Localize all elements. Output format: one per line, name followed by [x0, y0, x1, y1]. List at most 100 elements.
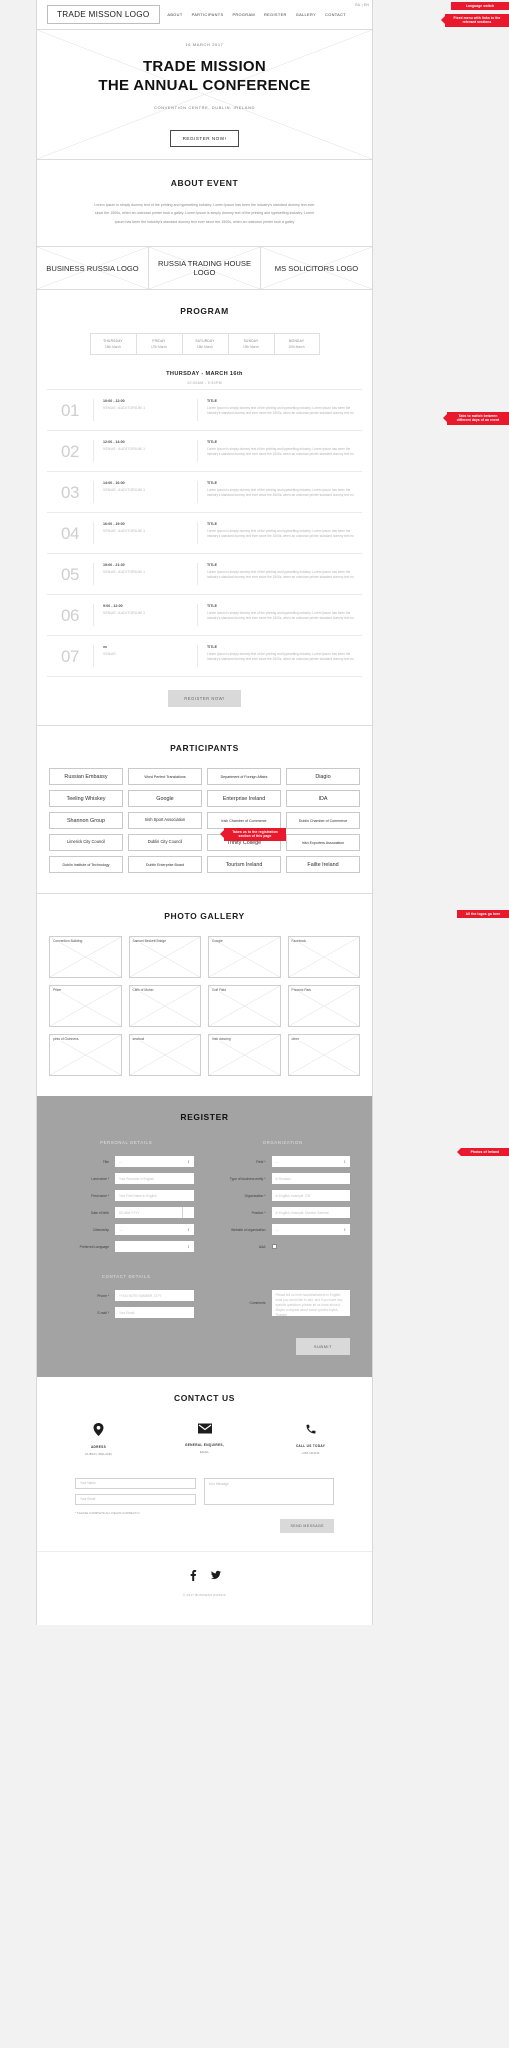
gallery-item[interactable]: Samuel Beckett Bridge [128, 936, 201, 979]
aaa-checkbox[interactable] [271, 1244, 277, 1250]
participant-card[interactable]: Irish Chamber of Commerce [207, 812, 281, 830]
participant-card[interactable]: Dublin Institute of Technology [49, 856, 123, 874]
participant-card[interactable]: Irish Exporters Association [286, 834, 360, 852]
participant-card[interactable]: Diagio [286, 768, 360, 786]
submit-button[interactable]: SUBMIT [295, 1338, 350, 1356]
nav-item-participants[interactable]: PARTICIPANTS [192, 12, 224, 17]
website-input[interactable]: --- [271, 1224, 350, 1236]
preferred-language-select[interactable] [115, 1241, 194, 1253]
nav-item-register[interactable]: REGISTER [264, 12, 287, 17]
send-message-button[interactable]: SEND MESSAGE [280, 1518, 334, 1533]
email-input[interactable]: Your Email [115, 1307, 194, 1319]
gallery-item[interactable]: Phoenix Park [287, 985, 360, 1028]
day-tab-date: 19th March [243, 345, 259, 350]
citizenship-select[interactable]: --- [115, 1224, 194, 1236]
gallery-item[interactable]: other [287, 1034, 360, 1077]
row-time-venue: 10:00 - 12:00 VENUE: AUDITORIUM 1 [93, 399, 197, 422]
gallery-item[interactable]: Pfizer [49, 985, 122, 1028]
contact-message-textarea[interactable]: Your Message [203, 1477, 334, 1505]
row-time: 19:00 - 21:30 [103, 563, 125, 568]
gallery-item[interactable]: pints of Guinness [49, 1034, 122, 1077]
gallery-item[interactable]: Golf Field [208, 985, 281, 1028]
row-time-venue: 14:00 - 16:00 VENUE: AUDITORIUM 1 [93, 481, 197, 504]
language-switch[interactable]: RU | EN [355, 3, 369, 7]
participant-card[interactable]: Google [128, 790, 202, 808]
table-row[interactable]: 01 10:00 - 12:00 VENUE: AUDITORIUM 1 TIT… [47, 389, 362, 430]
date-of-birth-input[interactable]: DD-MM-YYYY [115, 1207, 194, 1219]
last-name-input[interactable]: Your Surname in English [115, 1173, 194, 1185]
participant-card[interactable]: Dublin Enterprise Board [128, 856, 202, 874]
day-tab-friday[interactable]: FRIDAY 17th March [135, 333, 182, 356]
gallery-item[interactable]: seafood [128, 1034, 201, 1077]
participant-card[interactable]: Enterprise Ireland [207, 790, 281, 808]
contact-block-value: DUBLIN, IRELAND [85, 1451, 112, 1456]
hero-section: 16 MARCH 2017 TRADE MISSION THE ANNUAL C… [37, 30, 372, 160]
gallery-item[interactable]: Irish dancing [208, 1034, 281, 1077]
participant-card[interactable]: Dublin Chamber of Commerce [286, 812, 360, 830]
gallery-item[interactable]: Cliffs of Moher [128, 985, 201, 1028]
row-desc: Lorem Ipsum is simply dummy text of the … [207, 447, 355, 457]
gallery-item[interactable]: Facebook [287, 936, 360, 979]
comments-column: . Comments Please tell us here how/what/… [216, 1258, 350, 1324]
placeholder-image-icon [129, 1035, 200, 1076]
field-select[interactable]: --- [271, 1156, 350, 1168]
day-tab-sunday[interactable]: SUNDAY 19th March [227, 333, 274, 356]
logo-business-russia: BUSINESS RUSSIA LOGO [37, 247, 149, 290]
participant-card[interactable]: Dublin City Council [128, 834, 202, 852]
participant-card[interactable]: Irish Sport Association [128, 812, 202, 830]
row-number: 04 [61, 524, 79, 544]
participant-card[interactable]: Russian Embassy [49, 768, 123, 786]
participant-card[interactable]: Failte Ireland [286, 856, 360, 874]
row-number: 03 [61, 483, 79, 503]
field-label: Citizenship [92, 1227, 109, 1232]
page-root: TRADE MISSON LOGO ABOUT PARTICIPANTS PRO… [0, 0, 509, 2048]
table-row[interactable]: 06 9:00 - 12:00 VENUE: AUDITORIUM 1 TITL… [47, 594, 362, 635]
participant-card[interactable]: Limerick City Council [49, 834, 123, 852]
organization-input[interactable]: In English, example: ITB [271, 1190, 350, 1202]
facebook-icon[interactable] [189, 1569, 197, 1583]
table-row[interactable]: 05 19:00 - 21:30 VENUE: AUDITORIUM 1 TIT… [47, 553, 362, 594]
participant-card[interactable]: Shannon Group [49, 812, 123, 830]
register-submit-wrap: SUBMIT [37, 1338, 372, 1356]
row-desc: Lorem Ipsum is simply dummy text of the … [207, 406, 355, 416]
day-tab-thursday[interactable]: THURSDAY 16th March [89, 333, 136, 356]
program-register-button[interactable]: REGISTER NOW! [168, 690, 241, 708]
nav-item-contact[interactable]: CONTACT [325, 12, 346, 17]
participant-card[interactable]: IDA [286, 790, 360, 808]
participant-card[interactable]: Tourism Ireland [207, 856, 281, 874]
day-tab-monday[interactable]: MONDAY 20th March [273, 333, 320, 356]
site-footer: © 2017 BUSINESS RUSSIA [37, 1550, 372, 1609]
phone-input[interactable]: +YOU NOTE NUMBER, CITY [115, 1290, 194, 1302]
placeholder-image-icon [209, 986, 280, 1027]
participant-card[interactable]: Teeling Whiskey [49, 790, 123, 808]
table-row[interactable]: 04 16:00 - 19:00 VENUE: AUDITORIUM 1 TIT… [47, 512, 362, 553]
business-entity-input[interactable]: In Russian [271, 1173, 350, 1185]
table-row[interactable]: 07 xx VENUE: TITLE Lorem Ipsum is simply… [47, 635, 362, 676]
row-time-venue: 12:00 - 14:00 VENUE: AUDITORIUM 1 [93, 440, 197, 463]
title-select[interactable]: --- [115, 1156, 194, 1168]
site-logo[interactable]: TRADE MISSON LOGO [47, 5, 160, 24]
hero-register-button[interactable]: REGISTER NOW! [169, 130, 240, 147]
participant-card[interactable]: Department of Foreign Affairs [207, 768, 281, 786]
first-name-input[interactable]: Your First Name in English [115, 1190, 194, 1202]
nav-item-gallery[interactable]: GALLERY [296, 12, 316, 17]
table-row[interactable]: 02 12:00 - 14:00 VENUE: AUDITORIUM 1 TIT… [47, 430, 362, 471]
gallery-caption: Samuel Beckett Bridge [132, 939, 168, 944]
field-row: Last name * Your Surname in English [59, 1173, 194, 1185]
position-input[interactable]: In English, example: Director General [271, 1207, 350, 1219]
contact-block-value: +353 1111111 [301, 1450, 320, 1455]
gallery-item[interactable]: Convention Building [49, 936, 122, 979]
row-title: TITLE [207, 604, 217, 609]
nav-item-program[interactable]: PROGRAM [232, 12, 255, 17]
comments-textarea[interactable]: Please tell us here how/what/where in En… [271, 1290, 350, 1317]
nav-item-about[interactable]: ABOUT [167, 12, 182, 17]
participant-card[interactable]: Word Perfect Translations [128, 768, 202, 786]
contact-name-input[interactable]: Your Name [75, 1477, 196, 1489]
gallery-grid: Convention Building Samuel Beckett Bridg… [37, 936, 372, 1077]
day-tab-saturday[interactable]: SATURDAY 18th March [181, 333, 228, 356]
gallery-item[interactable]: Google [208, 936, 281, 979]
table-row[interactable]: 03 14:00 - 16:00 VENUE: AUDITORIUM 1 TIT… [47, 471, 362, 512]
contact-email-input[interactable]: Your Email [75, 1493, 196, 1505]
twitter-icon[interactable] [210, 1570, 221, 1583]
gallery-caption: Pfizer [53, 988, 63, 993]
